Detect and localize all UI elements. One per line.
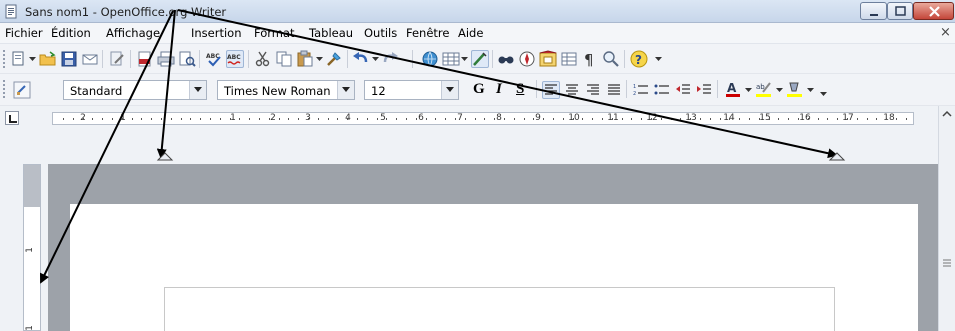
annotation-arrow-right-indent	[177, 9, 838, 159]
annotation-arrow-vertical-ruler	[40, 10, 174, 284]
annotation-arrows	[40, 9, 846, 284]
